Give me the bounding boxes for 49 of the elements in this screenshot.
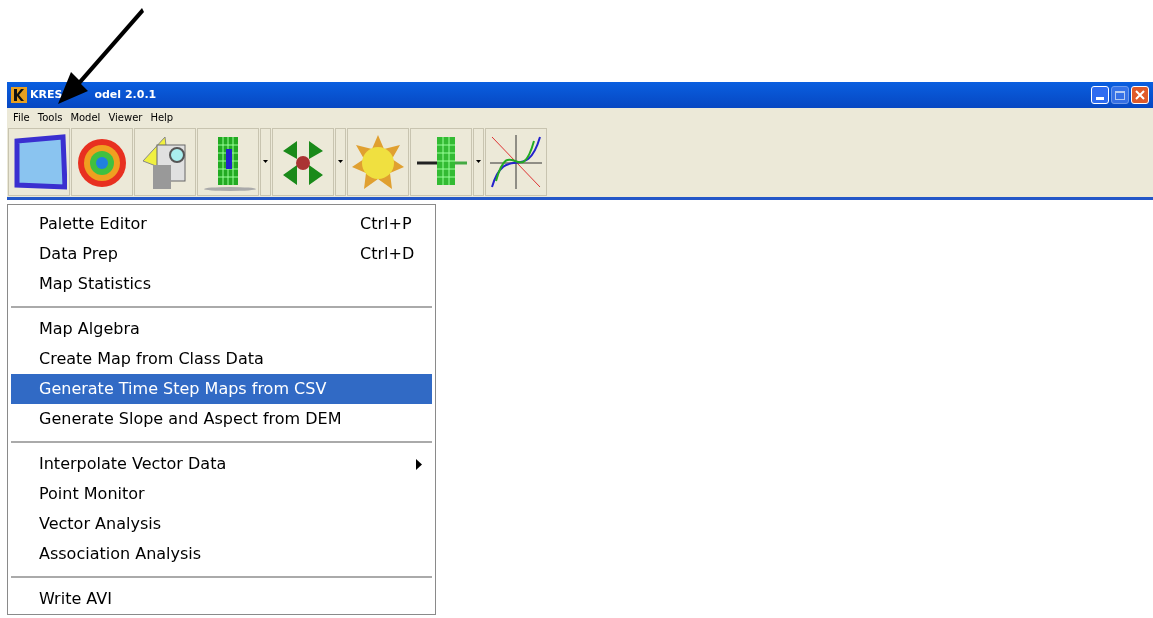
menu-entry[interactable]: Interpolate Vector Data [11, 449, 432, 479]
menu-item[interactable]: Tools [33, 109, 67, 125]
menu-entry-label: Interpolate Vector Data [39, 453, 228, 475]
menu-entry[interactable]: Association Analysis [11, 539, 432, 569]
app-logo-icon [11, 87, 27, 103]
menu-item[interactable]: Help [146, 109, 178, 125]
menu-item[interactable]: Model [66, 109, 105, 125]
menu-entry-label: Create Map from Class Data [39, 348, 265, 370]
menu-entry[interactable]: Map Algebra [11, 314, 432, 344]
caret-icon [338, 160, 343, 163]
menu-entry[interactable]: Create Map from Class Data [11, 344, 432, 374]
caret-icon [263, 160, 268, 163]
menu-entry-label: Vector Analysis [39, 513, 162, 535]
menu-entry-label: Write AVI [39, 588, 113, 610]
menu-entry[interactable]: Generate Slope and Aspect from DEM [11, 404, 432, 434]
menu-entry[interactable]: Data Prep Ctrl+D [11, 239, 432, 269]
close-icon [1135, 90, 1145, 100]
menu-entry-label: Point Monitor [39, 483, 146, 505]
menu-entry[interactable]: Vector Analysis [11, 509, 432, 539]
menu-entry[interactable]: Generate Time Step Maps from CSV [11, 374, 432, 404]
menu-entry-label: Data Prep [39, 243, 119, 265]
submenu-arrow-icon [416, 458, 422, 470]
menu-entry-label: Generate Slope and Aspect from DEM [39, 408, 343, 430]
shortcut-label: Ctrl+D [360, 243, 416, 265]
menu-entry-label: Map Statistics [39, 273, 152, 295]
toolbar-button[interactable] [197, 127, 259, 196]
shortcut-label: Ctrl+P [360, 213, 413, 235]
window-title: KRES [30, 86, 63, 103]
menu-entry[interactable]: Point Monitor [11, 479, 432, 509]
close-button[interactable] [1131, 86, 1149, 104]
menu-entry[interactable]: Write AVI [11, 584, 432, 614]
menu-item[interactable]: Viewer [104, 109, 147, 125]
menu-item[interactable]: File [9, 109, 34, 125]
minimize-icon [1096, 97, 1104, 100]
toolbar-button[interactable] [8, 127, 70, 196]
menu-entry-label: Association Analysis [39, 543, 203, 565]
maximize-button[interactable] [1111, 86, 1129, 104]
toolbar-button[interactable] [485, 127, 547, 196]
minimize-button[interactable] [1091, 86, 1109, 104]
toolbar-button[interactable] [71, 127, 133, 196]
menu-entry[interactable]: Palette Editor Ctrl+P [11, 209, 432, 239]
caret-icon [476, 160, 481, 163]
menu-entry-label: Generate Time Step Maps from CSV [39, 378, 328, 400]
window-title: odel 2.0.1 [94, 86, 157, 103]
menu-entry[interactable]: Map Statistics [11, 269, 432, 299]
menu-entry-label: Palette Editor [39, 213, 148, 235]
menu-entry-label: Map Algebra [39, 318, 141, 340]
toolbar-button[interactable] [272, 127, 334, 196]
maximize-icon [1115, 90, 1125, 100]
